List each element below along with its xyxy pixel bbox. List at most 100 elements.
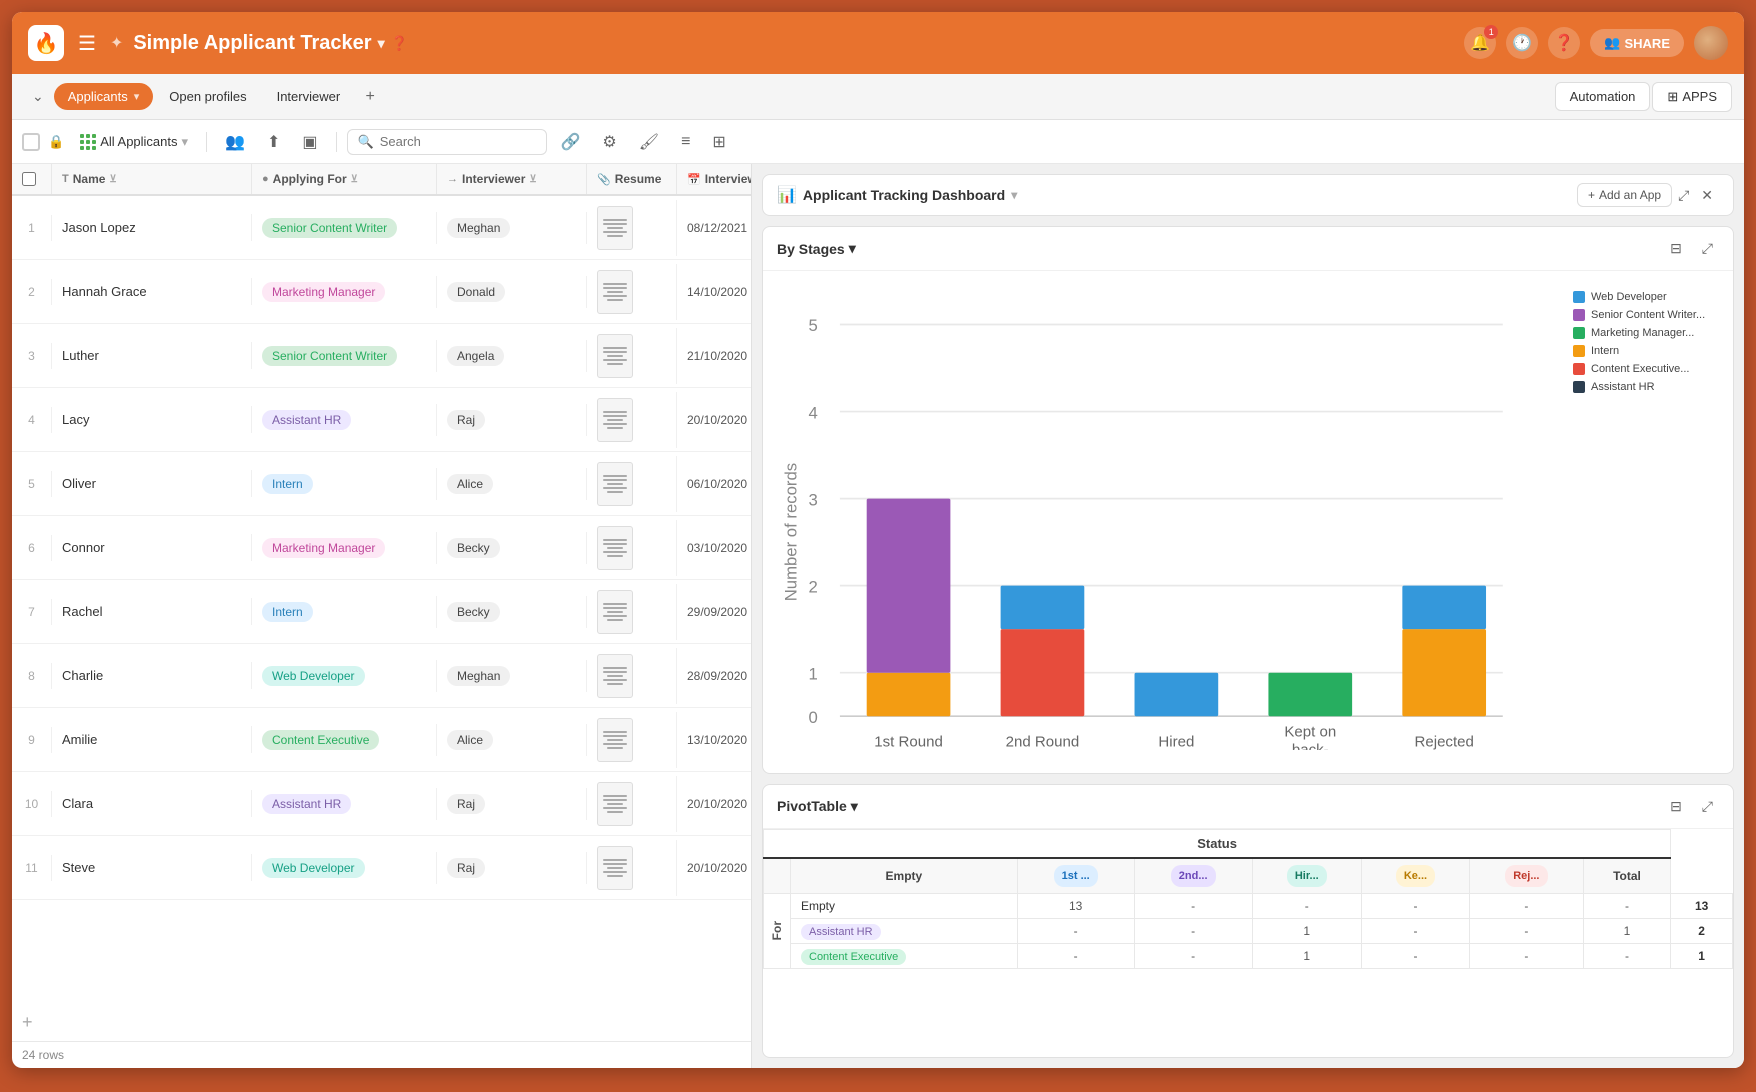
apps-button[interactable]: ⊞ APPS	[1652, 82, 1732, 112]
toolbar-more-button[interactable]: ⊞	[704, 128, 733, 156]
legend-label: Content Executive...	[1591, 363, 1689, 375]
pivot-title[interactable]: PivotTable ▾	[777, 798, 858, 815]
toolbar: 🔒 All Applicants ▾ 👥 ⬆ ▣ 🔍 🔗 ⚙ 🖌 ≡ ⊞	[12, 120, 1744, 164]
app-frame: 🔥 ☰ ✦ Simple Applicant Tracker ▾ ❓ 🔔 1 🕐…	[12, 12, 1744, 1068]
tab-open-profiles[interactable]: Open profiles	[155, 83, 260, 110]
row-date: 20/10/2020	[677, 791, 751, 817]
help-button[interactable]: ❓	[1548, 27, 1580, 59]
applying-tag: Senior Content Writer	[262, 218, 397, 238]
dashboard-chevron-icon[interactable]: ▾	[1011, 188, 1017, 202]
pivot-expand-icon[interactable]: ⤢	[1696, 795, 1719, 818]
table-row[interactable]: 11 Steve Web Developer Raj 20/10/2020	[12, 836, 751, 900]
table-row[interactable]: 5 Oliver Intern Alice 06/10/2020	[12, 452, 751, 516]
title-question-icon[interactable]: ❓	[391, 35, 408, 52]
search-icon: 🔍	[358, 134, 374, 150]
hamburger-button[interactable]: ☰	[74, 27, 100, 60]
row-resume[interactable]	[587, 840, 677, 896]
th-name-label: Name	[73, 172, 106, 186]
toolbar-paint-button[interactable]: 🖌	[631, 128, 667, 156]
svg-text:Kept on: Kept on	[1284, 723, 1336, 740]
row-resume[interactable]	[587, 520, 677, 576]
table-row[interactable]: 7 Rachel Intern Becky 29/09/2020	[12, 580, 751, 644]
table-row[interactable]: 8 Charlie Web Developer Meghan 28/09/202…	[12, 644, 751, 708]
resume-line-4	[603, 231, 627, 233]
toolbar-filter-button[interactable]: ▣	[294, 128, 325, 156]
pivot-body: Status Empty 1st ... 2nd... Hir... Ke...…	[763, 829, 1733, 1057]
table-row[interactable]: 6 Connor Marketing Manager Becky 03/10/2…	[12, 516, 751, 580]
chart-chevron-icon: ▾	[849, 240, 856, 257]
pivot-filter-icon[interactable]: ⊟	[1664, 795, 1688, 818]
collapse-button[interactable]: ⌄	[24, 82, 52, 111]
resume-line-4	[603, 487, 627, 489]
resume-line-5	[607, 299, 623, 301]
row-resume[interactable]	[587, 264, 677, 320]
tab-applicants[interactable]: Applicants ▾	[54, 83, 154, 110]
th-interviewer-sort[interactable]: ⊻	[529, 174, 536, 185]
row-resume[interactable]	[587, 200, 677, 256]
row-date: 06/10/2020	[677, 471, 751, 497]
th-resume: 📎 Resume	[587, 164, 677, 194]
row-resume[interactable]	[587, 328, 677, 384]
add-tab-button[interactable]: +	[356, 83, 384, 111]
table-row[interactable]: 4 Lacy Assistant HR Raj 20/10/2020	[12, 388, 751, 452]
row-resume[interactable]	[587, 456, 677, 512]
row-resume[interactable]	[587, 712, 677, 768]
row-resume[interactable]	[587, 776, 677, 832]
row-name: Steve	[52, 854, 252, 881]
select-all-checkbox[interactable]	[22, 133, 40, 151]
tab-interviewer[interactable]: Interviewer	[263, 83, 355, 110]
row-resume[interactable]	[587, 584, 677, 640]
chart-expand-icon[interactable]: ⤢	[1696, 237, 1719, 260]
resume-line-4	[603, 871, 627, 873]
interviewer-tag: Becky	[447, 538, 500, 558]
pivot-cell: -	[1017, 943, 1134, 968]
th-applying: ● Applying For ⊻	[252, 164, 437, 194]
resume-icon	[597, 590, 633, 634]
table-row[interactable]: 10 Clara Assistant HR Raj 20/10/2020	[12, 772, 751, 836]
resume-line-3	[607, 291, 623, 293]
row-applying: Assistant HR	[252, 404, 437, 436]
resume-line-2	[603, 223, 627, 225]
row-name: Oliver	[52, 470, 252, 497]
share-button[interactable]: 👥 SHARE	[1590, 29, 1684, 57]
table-row[interactable]: 9 Amilie Content Executive Alice 13/10/2…	[12, 708, 751, 772]
toolbar-sort-button[interactable]: ≡	[673, 129, 698, 155]
automation-button[interactable]: Automation	[1555, 82, 1651, 111]
user-avatar[interactable]	[1694, 26, 1728, 60]
resume-line-2	[603, 863, 627, 865]
table-row[interactable]: 1 Jason Lopez Senior Content Writer Megh…	[12, 196, 751, 260]
table-row[interactable]: 2 Hannah Grace Marketing Manager Donald …	[12, 260, 751, 324]
toolbar-link-button[interactable]: 🔗	[553, 128, 589, 156]
resume-line-5	[607, 619, 623, 621]
close-dashboard-icon[interactable]: ✕	[1695, 185, 1719, 206]
search-input[interactable]	[380, 134, 536, 149]
row-resume[interactable]	[587, 392, 677, 448]
toolbar-people-button[interactable]: 👥	[217, 128, 253, 156]
pivot-total-cell: 1	[1671, 943, 1733, 968]
add-app-button[interactable]: + Add an App	[1577, 183, 1672, 207]
th-name-sort[interactable]: ⊻	[109, 174, 116, 185]
pivot-title-text: PivotTable	[777, 798, 847, 814]
header-checkbox[interactable]	[22, 172, 36, 186]
toolbar-settings-button[interactable]: ⚙	[594, 128, 624, 156]
view-selector[interactable]: All Applicants ▾	[72, 130, 196, 154]
interviewer-tag: Meghan	[447, 666, 510, 686]
toolbar-export-button[interactable]: ⬆	[259, 128, 288, 156]
interviewer-tag: Donald	[447, 282, 505, 302]
row-number: 4	[12, 407, 52, 433]
title-chevron-icon[interactable]: ▾	[378, 35, 385, 52]
add-row-button[interactable]: +	[12, 1004, 751, 1041]
table-row[interactable]: 3 Luther Senior Content Writer Angela 21…	[12, 324, 751, 388]
pivot-row-label: Empty	[791, 893, 1018, 918]
row-resume[interactable]	[587, 648, 677, 704]
history-button[interactable]: 🕐	[1506, 27, 1538, 59]
legend-color-swatch	[1573, 327, 1585, 339]
resume-icon	[597, 526, 633, 570]
chart-filter-icon[interactable]: ⊟	[1664, 237, 1688, 260]
th-applying-sort[interactable]: ⊻	[351, 174, 358, 185]
chart-title[interactable]: By Stages ▾	[777, 240, 856, 257]
expand-icon[interactable]: ⤢	[1672, 185, 1695, 206]
row-name: Amilie	[52, 726, 252, 753]
resume-line-3	[607, 803, 623, 805]
notification-button[interactable]: 🔔 1	[1464, 27, 1496, 59]
